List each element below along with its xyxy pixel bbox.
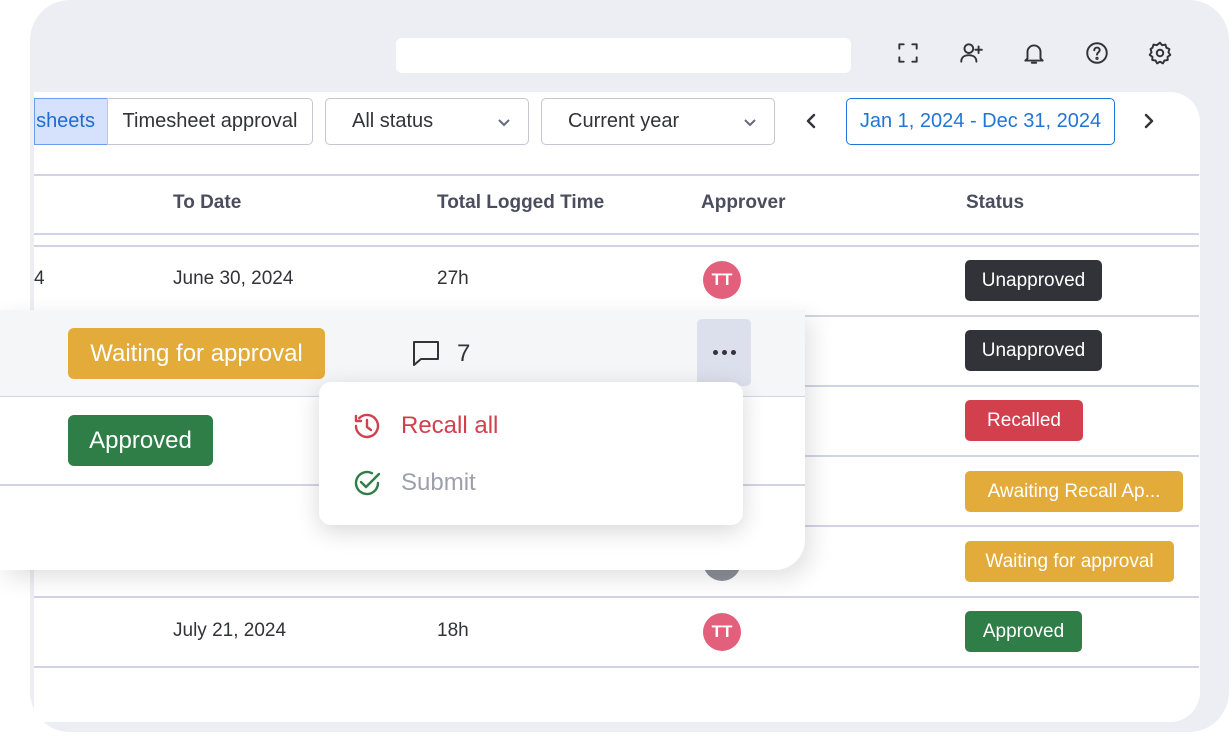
menu-item-recall-all[interactable]: Recall all	[351, 408, 498, 444]
status-badge[interactable]: Approved	[965, 611, 1082, 652]
status-badge[interactable]: Waiting for approval	[68, 328, 325, 379]
status-filter-dropdown[interactable]: All status	[325, 98, 529, 145]
fullscreen-icon[interactable]	[893, 38, 923, 68]
column-header-to-date[interactable]: To Date	[173, 192, 241, 214]
more-actions-button[interactable]	[697, 319, 751, 386]
date-range-label: Jan 1, 2024 - Dec 31, 2024	[859, 110, 1102, 132]
chevron-right-icon	[1144, 113, 1154, 129]
status-badge[interactable]: Awaiting Recall Ap...	[965, 471, 1183, 512]
tab-timesheet-approval[interactable]: Timesheet approval	[107, 98, 313, 145]
status-badge[interactable]: Unapproved	[965, 330, 1102, 371]
divider	[34, 666, 1199, 668]
avatar[interactable]: TT	[703, 261, 741, 299]
search-bar[interactable]	[396, 38, 851, 73]
row-1-to-date: June 30, 2024	[173, 268, 294, 289]
row-6-to-date: July 21, 2024	[173, 620, 287, 641]
row-1-lead-fragment: 4	[34, 268, 45, 289]
check-circle-icon	[354, 470, 381, 496]
more-dot	[721, 350, 727, 355]
period-filter-value: Current year	[568, 110, 680, 132]
chevron-left-icon	[806, 113, 816, 129]
more-dot	[730, 350, 736, 355]
invite-user-icon[interactable]	[956, 38, 986, 68]
menu-item-submit-label: Submit	[401, 469, 476, 496]
column-header-approver[interactable]: Approver	[701, 192, 785, 214]
previous-period-button[interactable]	[798, 108, 824, 134]
help-icon[interactable]	[1082, 38, 1112, 68]
settings-icon[interactable]	[1145, 38, 1175, 68]
actions-menu: Recall all Submit	[319, 382, 743, 525]
chevron-down-icon	[744, 118, 756, 126]
menu-item-recall-all-label: Recall all	[401, 412, 499, 439]
divider	[34, 233, 1199, 235]
tab-timesheet-approval-label: Timesheet approval	[122, 110, 298, 132]
bell-icon[interactable]	[1019, 38, 1049, 68]
chevron-down-icon	[498, 118, 510, 126]
next-period-button[interactable]	[1136, 108, 1162, 134]
menu-item-submit[interactable]: Submit	[351, 465, 476, 501]
status-badge[interactable]: Approved	[68, 415, 213, 466]
column-header-status[interactable]: Status	[966, 192, 1024, 214]
row-6-total: 18h	[437, 620, 469, 641]
avatar[interactable]: TT	[703, 613, 741, 651]
status-badge[interactable]: Unapproved	[965, 260, 1102, 301]
column-header-total-logged-time[interactable]: Total Logged Time	[437, 192, 604, 214]
history-icon	[354, 413, 380, 439]
divider	[34, 245, 1199, 247]
tab-timesheets-label: sheets	[36, 110, 95, 132]
status-badge[interactable]: Recalled	[965, 400, 1083, 441]
date-range-picker[interactable]: Jan 1, 2024 - Dec 31, 2024	[846, 98, 1115, 145]
status-badge[interactable]: Waiting for approval	[965, 541, 1174, 582]
status-filter-value: All status	[352, 110, 434, 132]
period-filter-dropdown[interactable]: Current year	[541, 98, 775, 145]
comment-count: 7	[457, 340, 471, 367]
row-1-total: 27h	[437, 268, 469, 289]
comment-icon[interactable]	[410, 337, 442, 369]
divider	[34, 174, 1199, 176]
more-dot	[712, 350, 718, 355]
tab-timesheets[interactable]: sheets	[34, 98, 107, 145]
divider	[34, 596, 1199, 598]
